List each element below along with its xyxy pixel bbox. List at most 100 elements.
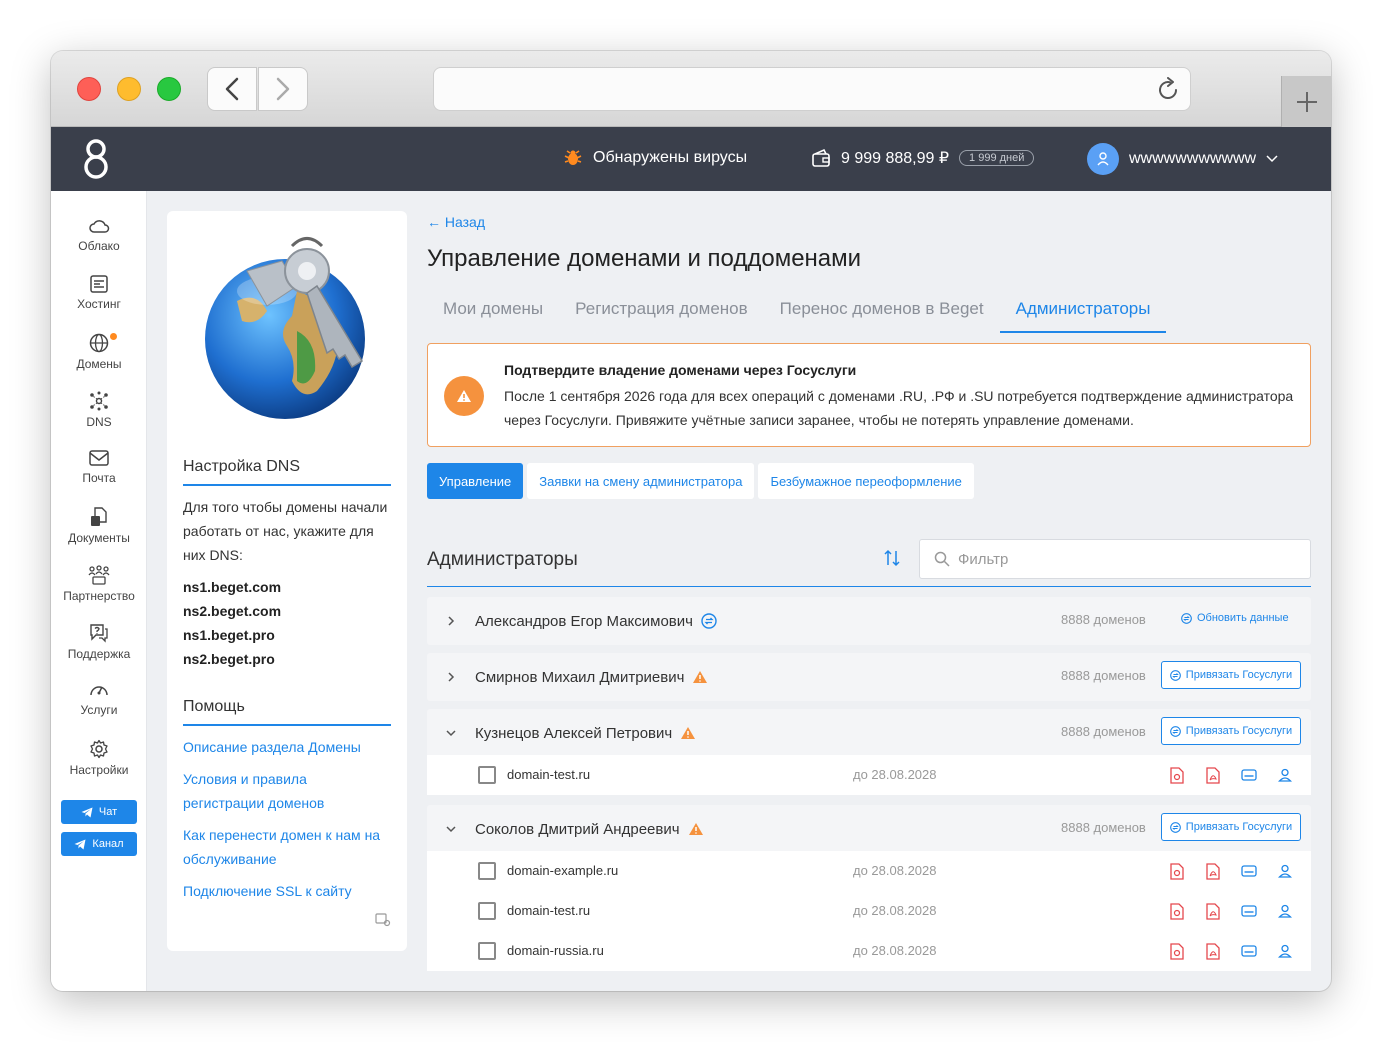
nav-item-documents[interactable]: Документы — [51, 507, 147, 565]
certificate-icon[interactable] — [1169, 766, 1185, 784]
domain-count: 8888 доменов — [1061, 820, 1146, 835]
nav-item-services[interactable]: Услуги — [51, 681, 147, 739]
domain-expiry: до 28.08.2028 — [853, 863, 937, 878]
admin-name: Александров Егор Максимович — [475, 613, 717, 630]
close-window-button[interactable] — [77, 77, 101, 101]
auth-code-icon[interactable] — [1241, 766, 1257, 784]
telegram-chat-button[interactable]: Чат — [61, 800, 137, 824]
domain-actions — [1169, 766, 1293, 784]
browser-titlebar — [51, 51, 1331, 127]
reload-icon[interactable] — [1156, 77, 1180, 103]
domain-name[interactable]: domain-test.ru — [507, 903, 590, 918]
admin-user-icon[interactable] — [1277, 766, 1293, 784]
certificate-icon[interactable] — [1169, 862, 1185, 880]
help-link[interactable]: Условия и правила регистрации доменов — [183, 767, 391, 815]
user-icon — [1097, 152, 1109, 166]
sort-icon[interactable] — [883, 549, 901, 567]
minimize-window-button[interactable] — [117, 77, 141, 101]
admin-row[interactable]: Кузнецов Алексей Петрович 8888 доменов П… — [427, 709, 1311, 757]
tab-domain-transfer[interactable]: Перенос доменов в Beget — [764, 289, 1000, 333]
tab-administrators[interactable]: Администраторы — [999, 289, 1167, 333]
admin-row[interactable]: Александров Егор Максимович 8888 доменов… — [427, 597, 1311, 645]
admin-row[interactable]: Соколов Дмитрий Андреевич 8888 доменов П… — [427, 805, 1311, 853]
info-sidebar: Настройка DNS Для того чтобы домены нача… — [167, 211, 407, 951]
domain-checkbox[interactable] — [478, 862, 496, 880]
subtab-paperless-reregistration[interactable]: Безбумажное переоформление — [758, 463, 974, 499]
nav-item-mail[interactable]: Почта — [51, 449, 147, 507]
filter-input[interactable] — [958, 550, 1298, 568]
nav-item-cloud[interactable]: Облако — [51, 217, 147, 275]
domain-checkbox[interactable] — [478, 942, 496, 960]
domain-checkbox[interactable] — [478, 766, 496, 784]
subtab-management[interactable]: Управление — [427, 463, 524, 499]
help-link[interactable]: Описание раздела Домены — [183, 735, 391, 759]
subtab-admin-change-requests[interactable]: Заявки на смену администратора — [527, 463, 755, 499]
back-link[interactable]: ← Назад — [427, 214, 485, 230]
section-divider — [427, 586, 1311, 587]
domain-name[interactable]: domain-example.ru — [507, 863, 618, 878]
tab-domain-registration[interactable]: Регистрация доменов — [559, 289, 764, 333]
user-menu[interactable]: wwwwwwwwwww — [1087, 143, 1278, 175]
nav-item-partners[interactable]: Партнерство — [51, 565, 147, 623]
nav-item-label: Услуги — [80, 703, 118, 717]
virus-alert[interactable]: Обнаружены вирусы — [563, 148, 747, 168]
help-link[interactable]: Как перенести домен к нам на обслуживани… — [183, 823, 391, 871]
chevron-right-icon[interactable] — [427, 671, 475, 683]
nav-item-settings[interactable]: Настройки — [51, 739, 147, 797]
admin-row[interactable]: Смирнов Михаил Дмитриевич 8888 доменов П… — [427, 653, 1311, 701]
help-link[interactable]: Подключение SSL к сайту — [183, 879, 391, 903]
pdf-icon[interactable] — [1205, 942, 1221, 960]
settings-card-icon[interactable] — [375, 913, 391, 927]
domain-checkbox[interactable] — [478, 902, 496, 920]
admin-user-icon[interactable] — [1277, 942, 1293, 960]
beget-logo[interactable] — [81, 137, 111, 186]
search-icon — [934, 551, 950, 567]
admin-user-icon[interactable] — [1277, 862, 1293, 880]
certificate-icon[interactable] — [1169, 942, 1185, 960]
chevron-down-icon[interactable] — [427, 729, 475, 737]
nav-item-dns[interactable]: DNS — [51, 391, 147, 449]
chevron-down-icon[interactable] — [427, 825, 475, 833]
main-tabs: Мои домены Регистрация доменов Перенос д… — [427, 289, 1167, 333]
certificate-icon[interactable] — [1169, 902, 1185, 920]
browser-forward-button[interactable] — [258, 67, 308, 111]
warning-icon — [693, 671, 708, 683]
domain-count: 8888 доменов — [1061, 668, 1146, 683]
chevron-left-icon — [225, 77, 239, 101]
chevron-right-icon[interactable] — [427, 615, 475, 627]
domain-expiry: до 28.08.2028 — [853, 903, 937, 918]
wallet-icon — [812, 148, 830, 167]
link-gosuslugi-button[interactable]: Привязать Госуслуги — [1161, 813, 1301, 841]
tab-my-domains[interactable]: Мои домены — [427, 289, 559, 333]
address-bar[interactable] — [433, 67, 1191, 111]
partners-icon — [88, 565, 110, 585]
auth-code-icon[interactable] — [1241, 862, 1257, 880]
pdf-icon[interactable] — [1205, 902, 1221, 920]
nav-item-domains[interactable]: Домены — [51, 333, 147, 391]
chevron-right-icon — [276, 77, 290, 101]
browser-back-button[interactable] — [207, 67, 257, 111]
domain-name[interactable]: domain-test.ru — [507, 767, 590, 782]
link-gosuslugi-button[interactable]: Привязать Госуслуги — [1161, 717, 1301, 745]
domain-name[interactable]: domain-russia.ru — [507, 943, 604, 958]
refresh-data-link[interactable]: Обновить данные — [1181, 612, 1289, 624]
link-gosuslugi-button[interactable]: Привязать Госуслуги — [1161, 661, 1301, 689]
filter-box[interactable] — [919, 539, 1311, 579]
nav-item-hosting[interactable]: Хостинг — [51, 275, 147, 333]
balance[interactable]: 9 999 888,99 ₽ 1 999 дней — [811, 148, 1035, 168]
auth-code-icon[interactable] — [1241, 902, 1257, 920]
pdf-icon[interactable] — [1205, 766, 1221, 784]
domain-actions — [1169, 942, 1293, 960]
auth-code-icon[interactable] — [1241, 942, 1257, 960]
section-title: Администраторы — [427, 549, 578, 570]
pdf-icon[interactable] — [1205, 862, 1221, 880]
maximize-window-button[interactable] — [157, 77, 181, 101]
admin-user-icon[interactable] — [1277, 902, 1293, 920]
nav-item-label: Хостинг — [77, 297, 121, 311]
nav-item-label: Домены — [76, 357, 122, 371]
warning-icon — [444, 376, 484, 416]
new-tab-button[interactable] — [1281, 76, 1331, 127]
telegram-channel-button[interactable]: Канал — [61, 832, 137, 856]
nav-item-support[interactable]: Поддержка — [51, 623, 147, 681]
domain-row: domain-test.ru до 28.08.2028 — [427, 891, 1311, 931]
